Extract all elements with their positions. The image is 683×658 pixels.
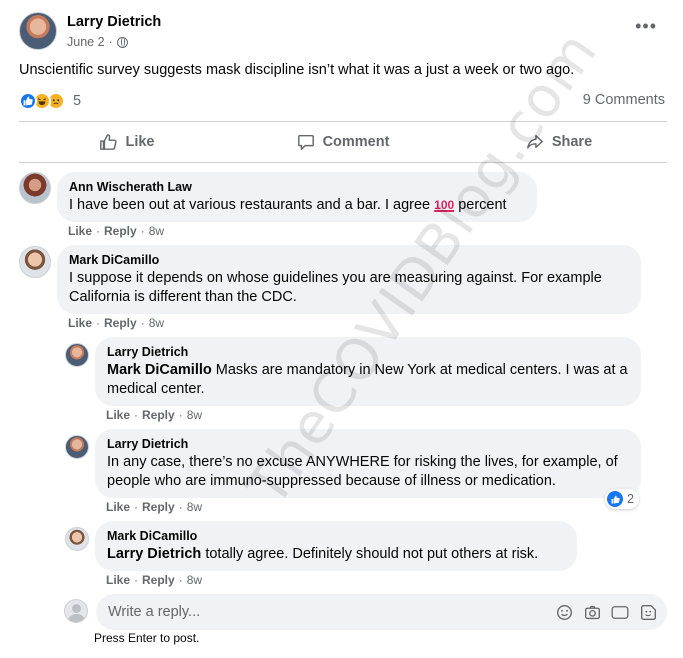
comment-like-link[interactable]: Like [68, 316, 92, 330]
thumbs-up-icon [100, 134, 118, 150]
post-header: Larry Dietrich June 2 · ••• [19, 12, 665, 54]
divider-top [19, 121, 667, 122]
comment-count-link[interactable]: 9 Comments [583, 92, 665, 108]
sticker-icon[interactable] [639, 603, 657, 621]
comment-bubble-icon [297, 134, 314, 150]
post-meta: June 2 · [67, 35, 128, 49]
comment-reply-link[interactable]: Reply [104, 224, 137, 238]
reply-text: Mark DiCamillo Masks are mandatory in Ne… [107, 361, 629, 399]
reply-text: Larry Dietrich totally agree. Definitely… [107, 545, 565, 564]
press-enter-hint: Press Enter to post. [94, 631, 200, 645]
reply-reply-link[interactable]: Reply [142, 408, 175, 422]
mention-link[interactable]: Mark DiCamillo [107, 362, 212, 378]
reply-like-link[interactable]: Like [106, 408, 130, 422]
globe-icon [116, 36, 128, 48]
reply-composer [62, 594, 667, 630]
sep: · [178, 500, 183, 514]
reply-actions: Like · Reply · 8w [106, 573, 202, 587]
replier-avatar[interactable] [65, 343, 89, 367]
commenter-avatar[interactable] [19, 172, 51, 204]
comment-text-part: I have been out at various restaurants a… [69, 197, 435, 213]
post-text: Unscientific survey suggests mask discip… [19, 62, 575, 78]
sep: · [134, 408, 139, 422]
comment-button[interactable]: Comment [235, 124, 451, 160]
sep: · [178, 408, 183, 422]
reply-text-part: totally agree. Definitely should not put… [201, 546, 539, 562]
reply-time[interactable]: 8w [187, 573, 202, 587]
reply-like-link[interactable]: Like [106, 500, 130, 514]
comment-bubble: Ann Wischerath Law I have been out at va… [57, 172, 537, 222]
share-button[interactable]: Share [451, 124, 667, 160]
reaction-count: 5 [73, 93, 82, 109]
comment-author[interactable]: Mark DiCamillo [69, 253, 629, 267]
reply-like-link[interactable]: Like [106, 573, 130, 587]
replier-avatar[interactable] [65, 435, 89, 459]
comment-reply-link[interactable]: Reply [104, 316, 137, 330]
reply-actions: Like · Reply · 8w [106, 500, 202, 514]
comment-actions: Like · Reply · 8w [68, 224, 164, 238]
post-date[interactable]: June 2 [67, 35, 105, 49]
reply-bubble: Mark DiCamillo Larry Dietrich totally ag… [95, 521, 577, 571]
reply-actions: Like · Reply · 8w [106, 408, 202, 422]
reaction-count: 2 [627, 492, 634, 506]
reply-author[interactable]: Larry Dietrich [107, 437, 629, 451]
sep: · [134, 500, 139, 514]
sep: · [140, 316, 145, 330]
share-arrow-icon [526, 134, 543, 149]
gif-icon[interactable] [611, 603, 629, 621]
share-button-label: Share [551, 134, 593, 150]
comment-button-label: Comment [322, 134, 390, 150]
sep: · [140, 224, 145, 238]
comment-time[interactable]: 8w [149, 224, 164, 238]
commenter-avatar[interactable] [19, 246, 51, 278]
reply-time[interactable]: 8w [187, 408, 202, 422]
like-reaction-icon [19, 92, 37, 110]
like-reaction-icon [607, 491, 623, 507]
like-button[interactable]: Like [19, 124, 235, 160]
hundred-points-emoji-icon: 100 [434, 198, 455, 212]
more-options-button[interactable]: ••• [635, 17, 657, 35]
emoji-icon[interactable] [555, 603, 573, 621]
reply-author[interactable]: Larry Dietrich [107, 345, 629, 359]
sep: · [178, 573, 183, 587]
reply-text: In any case, there’s no excuse ANYWHERE … [107, 454, 618, 489]
comment-like-link[interactable]: Like [68, 224, 92, 238]
comment-bubble: Mark DiCamillo I suppose it depends on w… [57, 245, 641, 314]
reactions-summary[interactable]: 5 [19, 90, 81, 112]
reply-bubble: Larry Dietrich Mark DiCamillo Masks are … [95, 337, 641, 406]
composer-tools [555, 603, 657, 621]
reply-time[interactable]: 8w [187, 500, 202, 514]
comment-author[interactable]: Ann Wischerath Law [69, 180, 525, 194]
sep: · [134, 573, 139, 587]
post-action-bar: Like Comment Share [19, 124, 667, 160]
reply-bubble: Larry Dietrich In any case, there’s no e… [95, 429, 641, 498]
like-button-label: Like [125, 134, 155, 150]
meta-separator: · [108, 35, 113, 49]
post-author-name[interactable]: Larry Dietrich [67, 14, 161, 30]
replier-avatar[interactable] [65, 527, 89, 551]
reply-reaction-badge[interactable]: 2 [605, 489, 639, 509]
comment-text-part: percent [454, 197, 507, 213]
sep: · [96, 316, 101, 330]
divider-bottom [19, 162, 667, 163]
author-avatar[interactable] [19, 12, 57, 50]
sep: · [96, 224, 101, 238]
mention-link[interactable]: Larry Dietrich [107, 546, 201, 562]
comment-time[interactable]: 8w [149, 316, 164, 330]
comment-text: I suppose it depends on whose guidelines… [69, 270, 602, 305]
reply-reply-link[interactable]: Reply [142, 573, 175, 587]
reply-author[interactable]: Mark DiCamillo [107, 529, 565, 543]
comment-text: I have been out at various restaurants a… [69, 196, 525, 215]
facebook-post: Larry Dietrich June 2 · ••• Unscientific… [0, 0, 683, 658]
current-user-avatar [64, 599, 88, 623]
comment-actions: Like · Reply · 8w [68, 316, 164, 330]
reply-reply-link[interactable]: Reply [142, 500, 175, 514]
camera-icon[interactable] [583, 603, 601, 621]
